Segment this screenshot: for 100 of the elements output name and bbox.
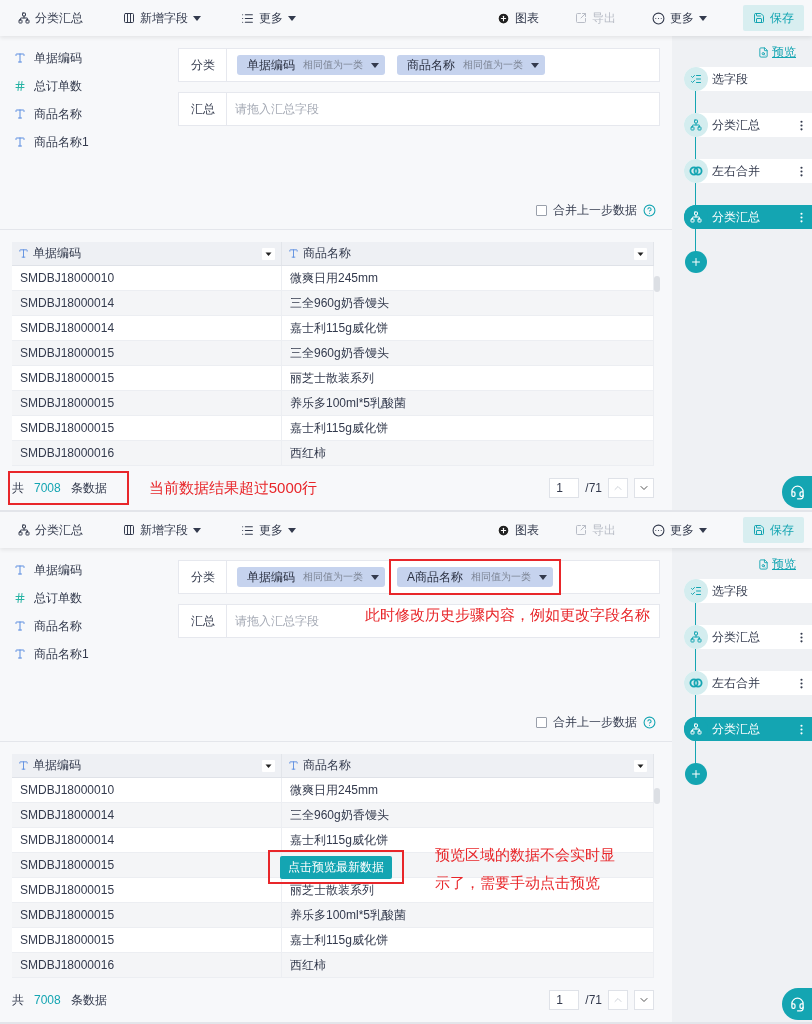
table-cell: SMDBJ18000014 — [12, 316, 282, 340]
add-step-button[interactable] — [685, 251, 707, 273]
column-header[interactable]: 单据编码 — [12, 754, 282, 777]
field-item[interactable]: 总订单数 — [14, 76, 170, 96]
field-item[interactable]: 商品名称1 — [14, 644, 170, 664]
plus-icon — [690, 768, 702, 780]
toolbar-button[interactable]: 分类汇总 — [18, 5, 83, 31]
support-button[interactable] — [782, 988, 812, 1020]
hierarchy-icon — [18, 524, 30, 536]
checkbox-label: 合并上一步数据 — [553, 714, 637, 731]
add-step-button[interactable] — [685, 763, 707, 785]
count-label: 共 — [12, 479, 24, 497]
add-column-icon — [123, 12, 135, 24]
text-type-icon — [288, 760, 299, 771]
dropdown-icon[interactable] — [262, 759, 275, 772]
dropdown-icon[interactable] — [634, 759, 647, 772]
toolbar-button[interactable]: 图表 — [497, 5, 539, 31]
text-type-icon — [14, 620, 26, 632]
table-cell: SMDBJ18000015 — [12, 391, 282, 415]
step-item[interactable]: 左右合并 — [684, 159, 812, 183]
field-item[interactable]: 单据编码 — [14, 48, 170, 68]
preview-icon — [758, 47, 769, 58]
caret-icon — [371, 62, 379, 68]
hierarchy-icon — [690, 211, 702, 223]
scrollbar[interactable] — [654, 788, 660, 804]
hierarchy-icon — [690, 631, 702, 643]
placeholder-text: 请拖入汇总字段 — [235, 612, 319, 630]
caret-icon — [531, 62, 539, 68]
help-icon[interactable] — [643, 716, 656, 729]
dropdown-icon[interactable] — [634, 247, 647, 260]
annotation-text: 此时修改历史步骤内容，例如更改字段名称 — [365, 606, 650, 625]
next-page-button[interactable] — [634, 990, 654, 1010]
page-input[interactable]: 1 — [549, 478, 580, 498]
toolbar-button[interactable]: 新增字段 — [123, 517, 201, 543]
step-item[interactable]: 分类汇总 — [684, 625, 812, 649]
count-label: 条数据 — [70, 479, 107, 497]
table-cell: 养乐多100ml*5乳酸菌 — [282, 391, 654, 415]
caret-icon — [699, 15, 707, 21]
toolbar-button[interactable]: 图表 — [497, 517, 539, 543]
step-item[interactable]: 选字段 — [684, 67, 812, 91]
text-type-icon — [288, 248, 299, 259]
plus-icon — [690, 256, 702, 268]
record-count: 7008 — [34, 481, 61, 495]
step-item[interactable]: 选字段 — [684, 579, 812, 603]
table-cell: SMDBJ18000015 — [12, 416, 282, 440]
table-cell: 三全960g奶香馒头 — [282, 291, 654, 315]
toolbar-button[interactable]: 分类汇总 — [18, 517, 83, 543]
overlapping-circles-icon — [689, 678, 703, 688]
checkbox[interactable] — [536, 205, 547, 216]
export-icon — [575, 524, 587, 536]
step-item[interactable]: 分类汇总 — [684, 113, 812, 137]
next-page-button[interactable] — [634, 478, 654, 498]
ellipsis-circle-icon — [652, 523, 665, 537]
toolbar-button[interactable]: 新增字段 — [123, 5, 201, 31]
text-type-icon — [18, 248, 29, 259]
toolbar-button[interactable]: 更多 — [241, 5, 296, 31]
table-cell: 三全960g奶香馒头 — [282, 803, 654, 827]
table-cell: SMDBJ18000015 — [12, 903, 282, 927]
table-cell: SMDBJ18000010 — [12, 778, 282, 802]
column-header[interactable]: 单据编码 — [12, 242, 282, 265]
table-cell: SMDBJ18000014 — [12, 828, 282, 852]
hash-icon — [14, 80, 26, 92]
caret-icon — [371, 574, 379, 580]
caret-icon — [193, 15, 201, 21]
table-cell: 嘉士利115g威化饼 — [282, 416, 654, 440]
checkbox[interactable] — [536, 717, 547, 728]
help-icon[interactable] — [643, 204, 656, 217]
field-item[interactable]: 单据编码 — [14, 560, 170, 580]
toolbar-button[interactable]: 更多 — [652, 5, 707, 31]
field-item[interactable]: 总订单数 — [14, 588, 170, 608]
dropdown-icon[interactable] — [262, 247, 275, 260]
table-cell: 嘉士利115g威化饼 — [282, 928, 654, 952]
list-icon — [241, 523, 254, 537]
toolbar-button[interactable]: 更多 — [241, 517, 296, 543]
summary-field[interactable]: 汇总 请拖入汇总字段 — [178, 92, 660, 126]
hierarchy-icon — [18, 12, 30, 24]
table-cell: 西红柿 — [282, 953, 654, 977]
field-item[interactable]: 商品名称1 — [14, 132, 170, 152]
table-cell: SMDBJ18000015 — [12, 341, 282, 365]
table-cell: 三全960g奶香馒头 — [282, 341, 654, 365]
toolbar-button[interactable]: 更多 — [652, 517, 707, 543]
column-header[interactable]: 商品名称 — [282, 754, 654, 777]
step-item[interactable]: 左右合并 — [684, 671, 812, 695]
text-type-icon — [18, 760, 29, 771]
field-label: 分类 — [179, 561, 227, 593]
field-item[interactable]: 商品名称 — [14, 104, 170, 124]
caret-icon — [288, 15, 296, 21]
table-cell: 丽芝士散装系列 — [282, 366, 654, 390]
annotation-text: 当前数据结果超过5000行 — [148, 478, 318, 498]
plus-circle-icon — [497, 11, 510, 25]
column-header[interactable]: 商品名称 — [282, 242, 654, 265]
support-button[interactable] — [782, 476, 812, 508]
add-column-icon — [123, 524, 135, 536]
caret-icon — [288, 527, 296, 533]
page-input[interactable]: 1 — [549, 990, 580, 1010]
page-total: /71 — [585, 993, 602, 1007]
field-item[interactable]: 商品名称 — [14, 616, 170, 636]
save-icon — [753, 12, 765, 24]
field-label: 汇总 — [179, 605, 227, 637]
scrollbar[interactable] — [654, 276, 660, 292]
